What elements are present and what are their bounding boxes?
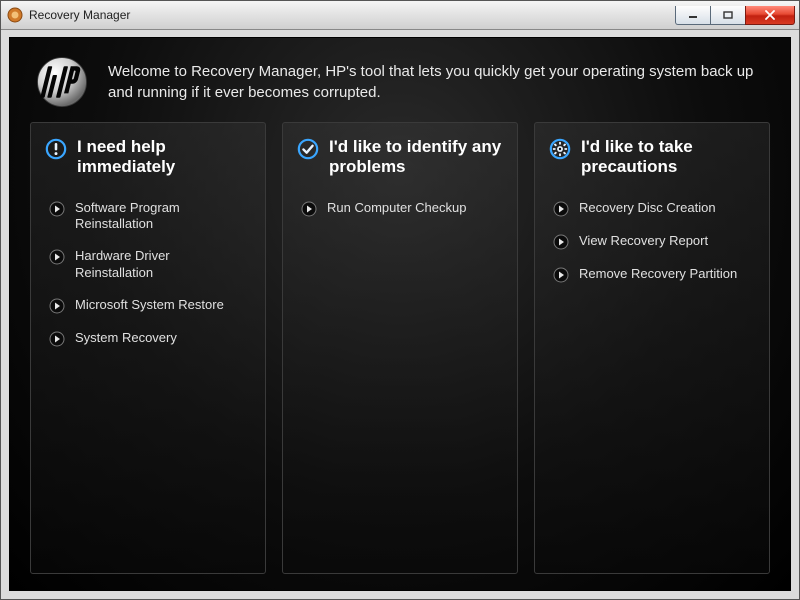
content-panel: Welcome to Recovery Manager, HP's tool t…	[9, 37, 791, 591]
link-label: Software Program Reinstallation	[75, 200, 251, 233]
link-remove-partition[interactable]: Remove Recovery Partition	[549, 260, 755, 293]
gear-icon	[549, 138, 571, 160]
window-controls	[676, 6, 795, 25]
minimize-icon	[688, 11, 698, 19]
link-label: View Recovery Report	[579, 233, 708, 249]
maximize-button[interactable]	[710, 6, 746, 25]
column-help: I need help immediately Software Program…	[30, 122, 266, 574]
link-label: Hardware Driver Reinstallation	[75, 248, 251, 281]
link-driver-reinstall[interactable]: Hardware Driver Reinstallation	[45, 242, 251, 291]
link-system-recovery[interactable]: System Recovery	[45, 324, 251, 357]
column-title: I'd like to take precautions	[581, 137, 755, 178]
welcome-text: Welcome to Recovery Manager, HP's tool t…	[108, 61, 766, 103]
column-identify: I'd like to identify any problems Run Co…	[282, 122, 518, 574]
link-system-restore[interactable]: Microsoft System Restore	[45, 291, 251, 324]
link-software-reinstall[interactable]: Software Program Reinstallation	[45, 194, 251, 243]
column-title: I need help immediately	[77, 137, 251, 178]
play-icon	[49, 298, 65, 314]
titlebar[interactable]: Recovery Manager	[1, 1, 799, 30]
play-icon	[49, 201, 65, 217]
play-icon	[301, 201, 317, 217]
column-precautions: I'd like to take precautions Recovery Di…	[534, 122, 770, 574]
link-label: Remove Recovery Partition	[579, 266, 737, 282]
column-head: I need help immediately	[45, 137, 251, 178]
window-title: Recovery Manager	[29, 8, 676, 22]
hp-logo-icon	[34, 54, 90, 110]
play-icon	[49, 331, 65, 347]
app-icon	[7, 7, 23, 23]
client-area: Welcome to Recovery Manager, HP's tool t…	[1, 29, 799, 599]
link-view-report[interactable]: View Recovery Report	[549, 227, 755, 260]
play-icon	[49, 249, 65, 265]
link-run-checkup[interactable]: Run Computer Checkup	[297, 194, 503, 227]
column-title: I'd like to identify any problems	[329, 137, 503, 178]
app-window: Recovery Manager	[0, 0, 800, 600]
play-icon	[553, 201, 569, 217]
link-disc-creation[interactable]: Recovery Disc Creation	[549, 194, 755, 227]
link-label: Recovery Disc Creation	[579, 200, 716, 216]
play-icon	[553, 234, 569, 250]
close-icon	[764, 10, 776, 20]
link-label: Run Computer Checkup	[327, 200, 466, 216]
maximize-icon	[723, 11, 733, 19]
link-label: System Recovery	[75, 330, 177, 346]
minimize-button[interactable]	[675, 6, 711, 25]
column-head: I'd like to identify any problems	[297, 137, 503, 178]
columns: I need help immediately Software Program…	[30, 122, 770, 574]
alert-icon	[45, 138, 67, 160]
header: Welcome to Recovery Manager, HP's tool t…	[30, 48, 770, 122]
play-icon	[553, 267, 569, 283]
column-head: I'd like to take precautions	[549, 137, 755, 178]
link-label: Microsoft System Restore	[75, 297, 224, 313]
close-button[interactable]	[745, 6, 795, 25]
check-icon	[297, 138, 319, 160]
